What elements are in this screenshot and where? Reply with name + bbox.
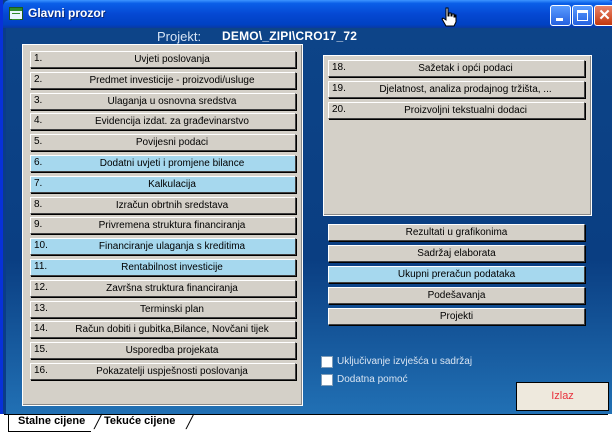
section-number: 18.: [332, 62, 346, 73]
module-number: 13.: [34, 302, 48, 314]
module-number: 3.: [34, 94, 43, 106]
module-number: 15.: [34, 344, 48, 356]
section-button-19[interactable]: 19. Djelatnost, analiza prodajnog tržišta…: [328, 81, 585, 98]
module-number: 6.: [34, 157, 43, 168]
section-button-18[interactable]: 18. Sažetak i opći podaci: [328, 60, 585, 77]
module-label: Izračun obrtnih sredstava: [115, 199, 229, 211]
module-label: Dodatni uvjeti i promjene bilance: [99, 158, 245, 169]
module-number: 5.: [34, 136, 43, 148]
minimize-button[interactable]: [550, 5, 571, 26]
section-label: Djelatnost, analiza prodajnog tržišta, .…: [379, 84, 552, 95]
module-label: Financiranje ulaganja s kreditima: [98, 241, 246, 253]
module-label: Terminski plan: [140, 303, 204, 315]
tab-tekuce-cijene[interactable]: Tekuće cijene: [98, 415, 181, 431]
module-number: 12.: [34, 281, 48, 293]
text-sections-panel: [323, 55, 592, 216]
module-number: 2.: [34, 73, 43, 85]
module-number: 1.: [34, 53, 43, 64]
module-button-3[interactable]: 3. Ulaganja u osnovna sredstva: [30, 92, 296, 110]
module-label: Povijesni podaci: [135, 137, 209, 149]
maximize-button[interactable]: [572, 5, 593, 26]
module-label: Završna struktura financiranja: [106, 282, 238, 294]
module-button-14[interactable]: 14. Račun dobiti i gubitka,Bilance, Novča…: [30, 321, 296, 339]
exit-button[interactable]: Izlaz: [516, 382, 609, 411]
app-icon[interactable]: [9, 7, 23, 20]
module-number: 7.: [34, 177, 43, 189]
module-number: 4.: [34, 115, 43, 127]
module-button-15[interactable]: 15. Usporedba projekata: [30, 342, 296, 360]
module-label: Rentabilnost investicije: [121, 262, 223, 273]
module-button-16[interactable]: 16. Pokazatelji uspješnosti poslovanja: [30, 363, 296, 380]
module-label: Privremena struktura financiranja: [98, 220, 246, 232]
module-button-6[interactable]: 6. Dodatni uvjeti i promjene bilance: [30, 155, 296, 172]
project-name: DEMO\_ZIPI\CRO17_72: [222, 29, 358, 43]
module-label: Ulaganja u osnovna sredstva: [107, 95, 237, 107]
module-button-9[interactable]: 9. Privremena struktura financiranja: [30, 217, 296, 235]
module-label: Pokazatelji uspješnosti poslovanja: [96, 366, 248, 377]
module-button-12[interactable]: 12. Završna struktura financiranja: [30, 279, 296, 297]
section-button-20[interactable]: 20. Proizvoljni tekstualni dodaci: [328, 102, 585, 119]
module-label: Uvjeti poslovanja: [134, 54, 210, 65]
module-button-7[interactable]: 7. Kalkulacija: [30, 175, 296, 193]
include-reports-checkbox[interactable]: [321, 356, 333, 368]
extra-help-label: Dodatna pomoć: [337, 374, 408, 385]
module-button-13[interactable]: 13. Terminski plan: [30, 300, 296, 318]
module-number: 10.: [34, 240, 48, 252]
module-button-8[interactable]: 8. Izračun obrtnih sredstava: [30, 196, 296, 214]
action-button-2[interactable]: Sadržaj elaborata: [328, 245, 585, 262]
section-number: 19.: [332, 83, 346, 94]
module-label: Evidencija izdat. za građevinarstvo: [95, 116, 249, 128]
action-button-4[interactable]: Podešavanja: [328, 287, 585, 304]
module-label: Kalkulacija: [148, 178, 196, 190]
project-label: Projekt:: [157, 29, 202, 44]
section-label: Sažetak i opći podaci: [418, 63, 513, 74]
window-title: Glavni prozor: [28, 6, 106, 20]
module-label: Predmet investicije - proizvodi/usluge: [89, 74, 255, 86]
section-label: Proizvoljni tekstualni dodaci: [404, 105, 527, 116]
price-tabs: Stalne cijene ╱ Tekuće cijene ╱: [0, 414, 612, 433]
module-button-11[interactable]: 11. Rentabilnost investicije: [30, 259, 296, 276]
action-button-3[interactable]: Ukupni preračun podataka: [328, 266, 585, 283]
module-number: 14.: [34, 323, 48, 335]
module-button-5[interactable]: 5. Povijesni podaci: [30, 134, 296, 152]
module-number: 9.: [34, 219, 43, 231]
include-reports-label: Uključivanje izvješća u sadržaj: [337, 356, 473, 367]
module-number: 8.: [34, 198, 43, 210]
action-button-1[interactable]: Rezultati u grafikonima: [328, 224, 585, 241]
module-number: 16.: [34, 365, 48, 376]
module-button-4[interactable]: 4. Evidencija izdat. za građevinarstvo: [30, 113, 296, 131]
close-window-button[interactable]: ✕: [594, 5, 612, 26]
extra-help-checkbox[interactable]: [321, 374, 333, 386]
module-number: 11.: [34, 261, 48, 272]
section-number: 20.: [332, 104, 346, 115]
module-label: Usporedba projekata: [125, 345, 219, 357]
module-button-1[interactable]: 1. Uvjeti poslovanja: [30, 51, 296, 68]
hand-cursor-icon: [441, 7, 457, 27]
module-button-2[interactable]: 2. Predmet investicije - proizvodi/usluge: [30, 71, 296, 89]
main-window: Glavni prozor ✕ Projekt: DEMO\_ZIPI\CRO1…: [0, 0, 612, 433]
module-label: Račun dobiti i gubitka,Bilance, Novčani …: [75, 324, 269, 336]
module-button-10[interactable]: 10. Financiranje ulaganja s kreditima: [30, 238, 296, 256]
action-button-5[interactable]: Projekti: [328, 308, 585, 325]
tab-stalne-cijene[interactable]: Stalne cijene: [8, 415, 92, 432]
title-bar[interactable]: Glavni prozor ✕: [3, 0, 612, 28]
